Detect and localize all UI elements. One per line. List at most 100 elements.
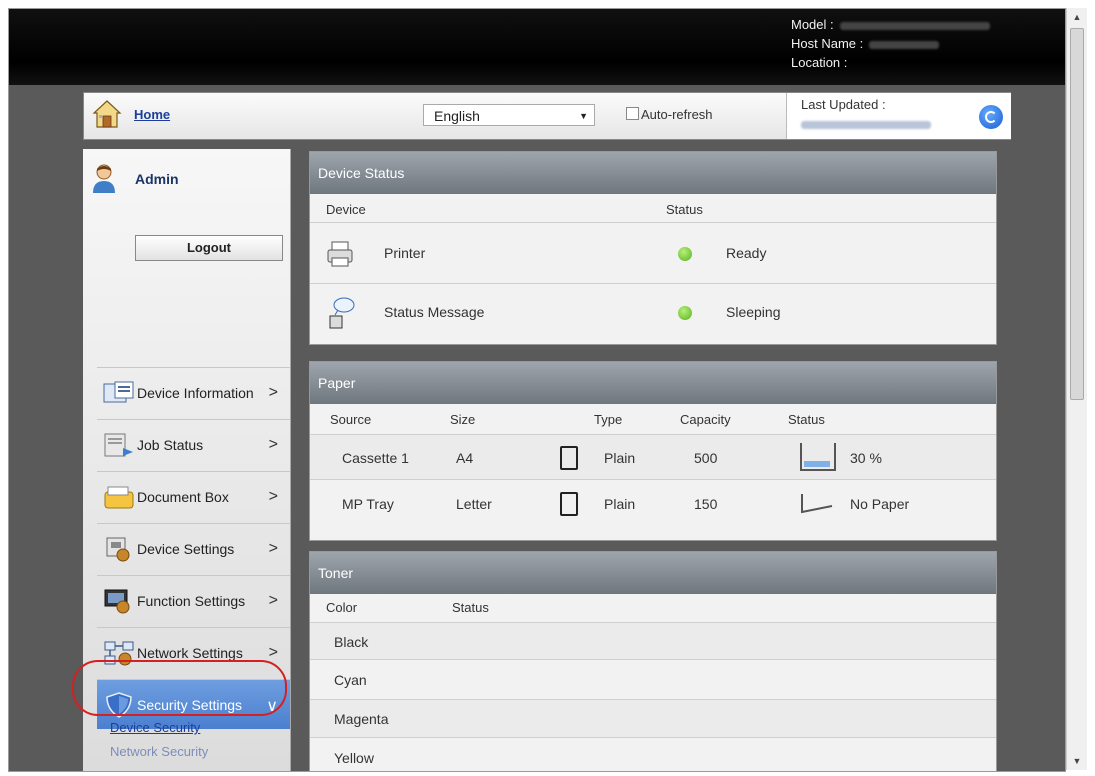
last-updated-label: Last Updated :	[801, 97, 886, 112]
toner-color: Magenta	[334, 711, 389, 727]
col-header-device: Device	[326, 202, 366, 217]
device-info-block: Model : Host Name : Location :	[791, 15, 990, 72]
col-header-type: Type	[594, 412, 623, 427]
browser-content-frame: Model : Host Name : Location : Home Engl…	[8, 8, 1066, 772]
model-value-redacted	[839, 21, 990, 30]
device-status-value: Sleeping	[726, 304, 781, 320]
sidebar-item-device-settings[interactable]: Device Settings >	[97, 523, 290, 573]
table-row: Cassette 1 A4 Plain 500 30 %	[310, 434, 996, 480]
vertical-scrollbar[interactable]: ▲ ▼	[1066, 8, 1087, 770]
top-toolbar: Home English ▼ Auto-refresh Last Updated…	[83, 92, 1011, 140]
sidebar-subitem-device-security[interactable]: Device Security	[110, 720, 200, 735]
toner-color: Yellow	[334, 750, 374, 766]
language-select-value: English	[434, 108, 480, 124]
device-status-title: Device Status	[310, 152, 996, 194]
paper-source: MP Tray	[342, 496, 394, 512]
toner-title: Toner	[310, 552, 996, 594]
page-header: Model : Host Name : Location :	[9, 9, 1065, 85]
table-row: Magenta	[310, 700, 996, 738]
paper-title: Paper	[310, 362, 996, 404]
paper-sheet-icon	[560, 446, 578, 470]
chevron-right-icon: >	[268, 540, 278, 557]
sidebar-item-device-information[interactable]: Device Information >	[97, 367, 290, 417]
device-status-value: Ready	[726, 245, 767, 261]
scrollbar-thumb[interactable]	[1070, 28, 1084, 400]
scroll-up-arrow-icon[interactable]: ▲	[1067, 8, 1087, 26]
function-settings-icon	[104, 589, 130, 614]
paper-sheet-icon	[560, 492, 578, 516]
chevron-right-icon: >	[268, 436, 278, 453]
table-row: Printer Ready	[310, 222, 996, 284]
sidebar-item-function-settings[interactable]: Function Settings >	[97, 575, 290, 625]
sidebar-subitem-network-security[interactable]: Network Security	[110, 744, 208, 759]
user-name: Admin	[135, 171, 179, 187]
col-header-status: Status	[666, 202, 703, 217]
col-header-size: Size	[450, 412, 476, 427]
device-name: Status Message	[384, 304, 485, 320]
table-row: Cyan	[310, 660, 996, 700]
device-settings-icon	[106, 537, 130, 562]
location-label: Location :	[791, 55, 848, 70]
sidebar-item-label: Device Information	[137, 385, 254, 401]
document-box-icon	[104, 486, 134, 509]
device-status-panel: Device Status Device Status Printer Read…	[309, 151, 997, 345]
sidebar-item-document-box[interactable]: Document Box >	[97, 471, 290, 521]
table-row: Yellow	[310, 738, 996, 771]
sidebar-item-label: Network Settings	[137, 645, 243, 661]
sidebar-item-job-status[interactable]: Job Status >	[97, 419, 290, 469]
paper-level-fill	[804, 461, 830, 467]
paper-capacity: 500	[694, 450, 718, 466]
col-header-status: Status	[452, 600, 489, 615]
language-select[interactable]: English ▼	[423, 104, 595, 126]
paper-level-icon	[800, 443, 836, 471]
paper-status: 30 %	[850, 450, 882, 466]
status-ok-indicator	[678, 247, 692, 261]
job-status-icon	[104, 433, 133, 457]
paper-type: Plain	[604, 496, 636, 512]
toner-panel: Toner Color Status Black Cyan Magenta Ye…	[309, 551, 997, 771]
host-name-label: Host Name :	[791, 36, 864, 51]
auto-refresh-label: Auto-refresh	[641, 107, 713, 122]
status-message-icon	[329, 297, 355, 329]
home-link[interactable]: Home	[134, 107, 170, 122]
paper-status: No Paper	[850, 496, 910, 512]
logout-button[interactable]: Logout	[135, 235, 283, 261]
auto-refresh-control[interactable]: Auto-refresh	[626, 107, 713, 122]
refresh-icon[interactable]	[979, 105, 1003, 129]
paper-size: Letter	[456, 496, 492, 512]
home-icon[interactable]	[92, 99, 122, 129]
col-header-capacity: Capacity	[680, 412, 731, 427]
col-header-color: Color	[326, 600, 358, 615]
user-avatar-icon	[93, 164, 115, 193]
col-header-source: Source	[330, 412, 372, 427]
table-row: Black	[310, 622, 996, 660]
col-header-status: Status	[788, 412, 825, 427]
sidebar-item-label: Function Settings	[137, 593, 246, 609]
paper-size: A4	[456, 450, 474, 466]
toner-color: Black	[334, 634, 369, 650]
printer-icon	[327, 241, 353, 267]
chevron-right-icon: >	[268, 644, 278, 661]
sidebar-item-label: Device Settings	[137, 541, 235, 557]
device-name: Printer	[384, 245, 426, 261]
paper-source: Cassette 1	[342, 450, 409, 466]
paper-capacity: 150	[694, 496, 718, 512]
security-settings-highlight-ring	[72, 660, 287, 716]
host-name-value-redacted	[869, 40, 940, 49]
paper-empty-icon	[801, 494, 833, 514]
auto-refresh-checkbox[interactable]	[626, 107, 639, 120]
status-ok-indicator	[678, 306, 692, 320]
chevron-right-icon: >	[268, 384, 278, 401]
table-row: MP Tray Letter Plain 150 No Paper	[310, 480, 996, 528]
scroll-down-arrow-icon[interactable]: ▼	[1067, 752, 1087, 770]
last-updated-value-redacted	[801, 121, 931, 129]
chevron-right-icon: >	[268, 592, 278, 609]
model-label: Model :	[791, 17, 834, 32]
sidebar-item-label: Document Box	[137, 489, 229, 505]
sidebar-item-label: Job Status	[137, 437, 204, 453]
last-updated-box: Last Updated :	[786, 93, 1011, 139]
chevron-right-icon: >	[268, 488, 278, 505]
paper-type: Plain	[604, 450, 636, 466]
device-information-icon	[103, 381, 134, 403]
toner-color: Cyan	[334, 672, 367, 688]
